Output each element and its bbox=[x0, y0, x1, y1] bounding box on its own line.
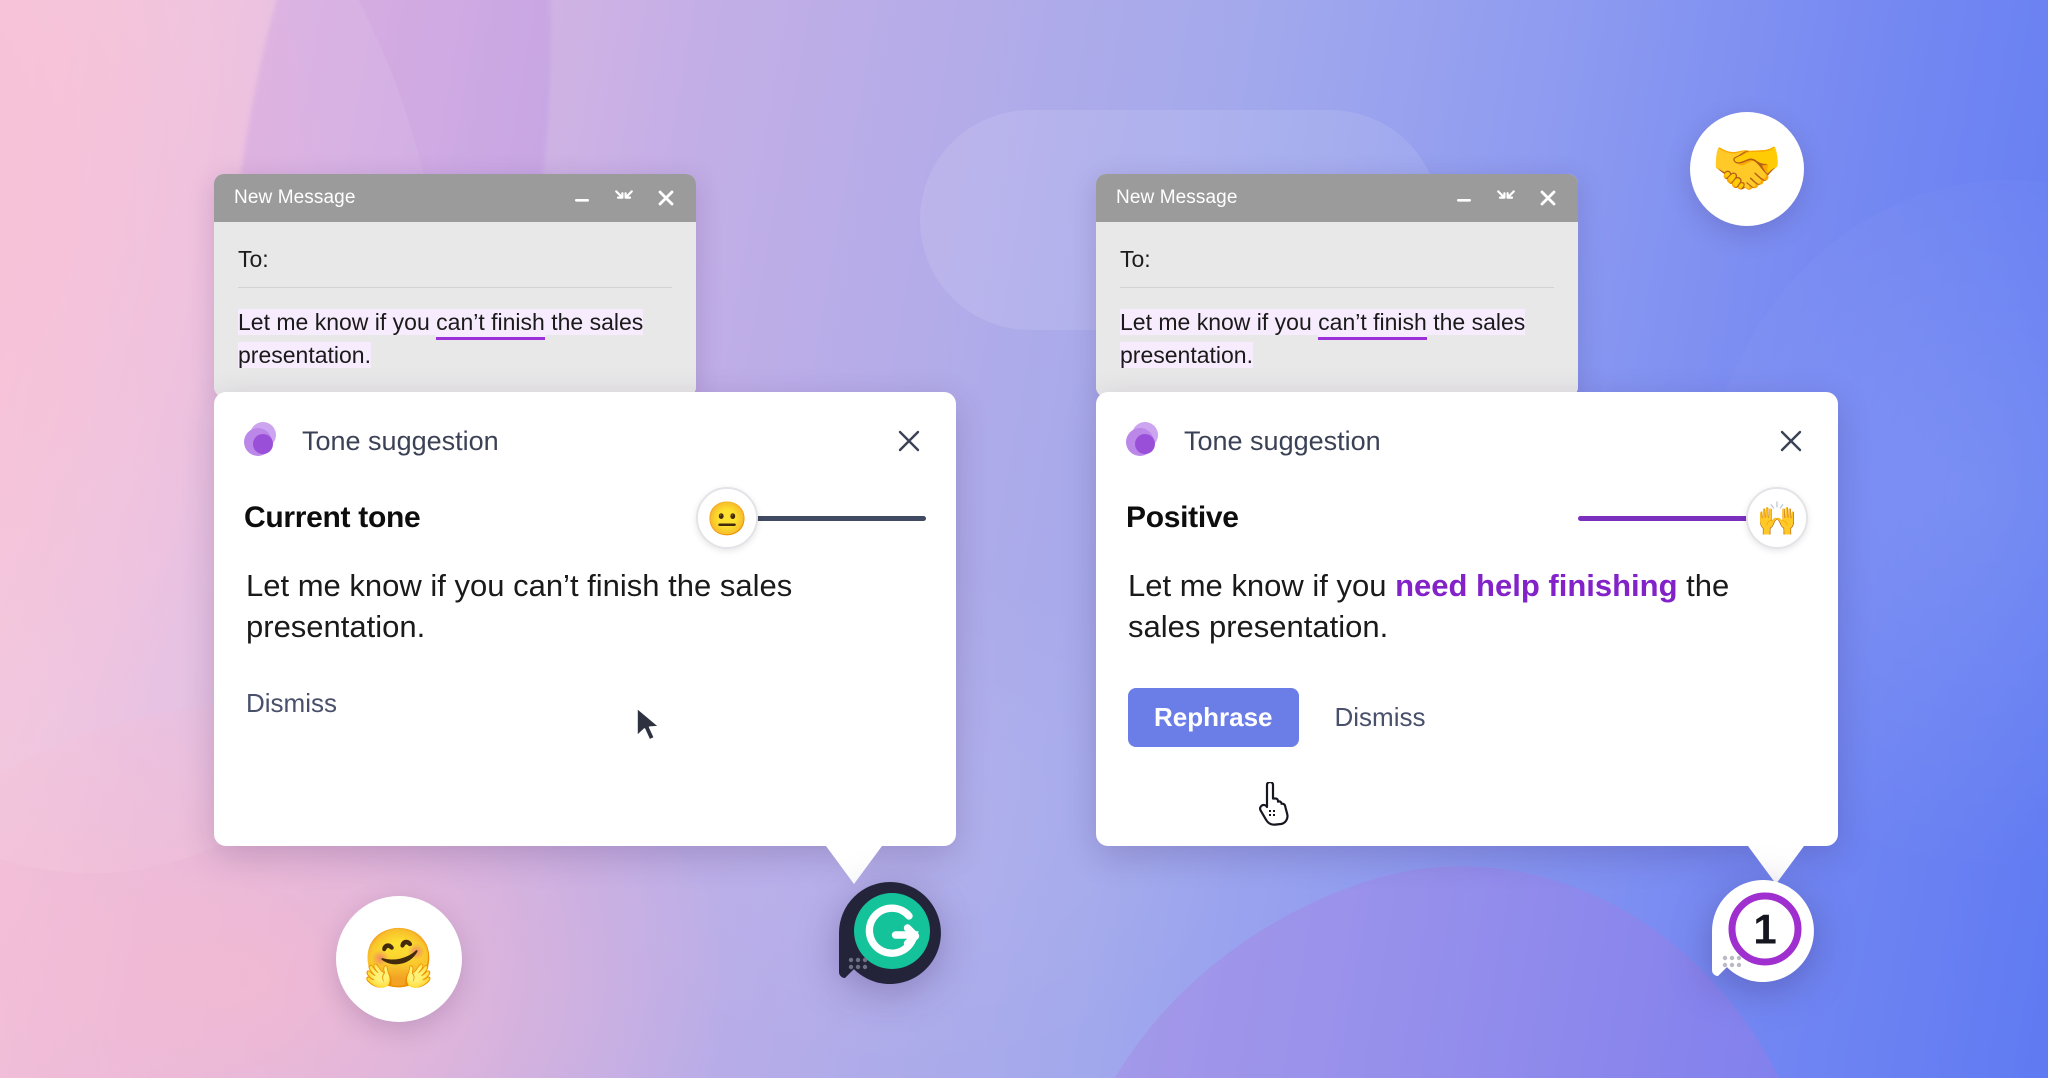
close-icon[interactable] bbox=[1774, 424, 1808, 458]
compose-title-left: New Message bbox=[234, 187, 356, 208]
tone-meter-track-left bbox=[754, 515, 926, 521]
handshake-emoji-badge: 🤝 bbox=[1690, 112, 1804, 226]
compose-message-left[interactable]: Let me know if you can’t finish the sale… bbox=[238, 306, 672, 371]
neutral-face-emoji: 😐 bbox=[696, 487, 758, 549]
card-title-right: Tone suggestion bbox=[1184, 425, 1381, 456]
close-icon[interactable] bbox=[1538, 188, 1558, 208]
rephrase-button[interactable]: Rephrase bbox=[1128, 687, 1299, 747]
tone-suggestion-card-right: Tone suggestion Positive 🙌 Let me know i… bbox=[1096, 392, 1838, 884]
compose-titlebar-left[interactable]: New Message bbox=[214, 174, 696, 222]
raising-hands-emoji: 🙌 bbox=[1746, 487, 1808, 549]
card-header-right: Tone suggestion bbox=[1096, 392, 1838, 460]
compose-body-right: To: Let me know if you can’t finish the … bbox=[1096, 222, 1578, 398]
collapse-arrows-icon[interactable] bbox=[1496, 188, 1516, 208]
suggestion-count-pin[interactable]: 1 bbox=[1710, 878, 1816, 984]
minimize-icon[interactable] bbox=[572, 188, 592, 208]
collapse-arrows-icon[interactable] bbox=[614, 188, 634, 208]
compose-title-right: New Message bbox=[1116, 187, 1238, 208]
message-text-before-left: Let me know if you bbox=[238, 309, 437, 335]
dismiss-button-left[interactable]: Dismiss bbox=[246, 688, 337, 719]
card-suggestion-text-right: Let me know if you need help finishing t… bbox=[1096, 552, 1838, 648]
suggestion-count-value: 1 bbox=[1753, 906, 1776, 953]
card-text-part1-right: Let me know if you bbox=[1128, 568, 1396, 603]
grammarly-logo-pin[interactable] bbox=[837, 880, 943, 986]
card-title-left: Tone suggestion bbox=[302, 425, 499, 456]
compose-body-left: To: Let me know if you can’t finish the … bbox=[214, 222, 696, 398]
tone-meter-track-right bbox=[1578, 515, 1750, 521]
card-tail-left bbox=[826, 846, 882, 884]
tone-dots-icon bbox=[244, 422, 282, 460]
close-icon[interactable] bbox=[656, 188, 676, 208]
compose-titlebar-right[interactable]: New Message bbox=[1096, 174, 1578, 222]
tone-suggestion-card-left: Tone suggestion Current tone 😐 Let me kn… bbox=[214, 392, 956, 884]
tone-meter-row-right: Positive 🙌 bbox=[1096, 460, 1838, 552]
compose-window-right: New Message To: Let me know if you can’t… bbox=[1096, 174, 1578, 398]
card-suggestion-text-left: Let me know if you can’t finish the sale… bbox=[214, 552, 956, 648]
minimize-icon[interactable] bbox=[1454, 188, 1474, 208]
hugging-face-emoji: 🤗 bbox=[362, 926, 436, 991]
card-actions-left: Dismiss bbox=[214, 648, 956, 753]
compose-message-right[interactable]: Let me know if you can’t finish the sale… bbox=[1120, 306, 1554, 371]
card-header-left: Tone suggestion bbox=[214, 392, 956, 460]
to-label-left: To: bbox=[238, 246, 269, 272]
card-text-accent-right: need help finishing bbox=[1395, 568, 1678, 603]
dismiss-button-right[interactable]: Dismiss bbox=[1335, 702, 1426, 733]
to-label-right: To: bbox=[1120, 246, 1151, 272]
card-text-part1-left: Let me know if you can’t finish the sale… bbox=[246, 568, 793, 644]
tone-meter-right[interactable]: 🙌 bbox=[1578, 487, 1808, 549]
tone-dots-icon bbox=[1126, 422, 1164, 460]
compose-window-left: New Message To: Let me know if you can’t… bbox=[214, 174, 696, 398]
message-flagged-right[interactable]: can’t finish bbox=[1318, 309, 1427, 340]
tone-meter-row-left: Current tone 😐 bbox=[214, 460, 956, 552]
message-flagged-left[interactable]: can’t finish bbox=[436, 309, 545, 340]
hugging-face-emoji-badge: 🤗 bbox=[336, 896, 462, 1022]
screenshot-stage: New Message To: Let me know if you can’t… bbox=[0, 0, 2048, 1078]
tone-label-left: Current tone bbox=[244, 501, 421, 534]
to-field-left[interactable]: To: bbox=[238, 240, 672, 288]
card-actions-right: Rephrase Dismiss bbox=[1096, 648, 1838, 781]
tone-meter-left[interactable]: 😐 bbox=[696, 487, 926, 549]
tone-label-right: Positive bbox=[1126, 501, 1239, 534]
to-field-right[interactable]: To: bbox=[1120, 240, 1554, 288]
message-text-before-right: Let me know if you bbox=[1120, 309, 1319, 335]
handshake-emoji: 🤝 bbox=[1710, 136, 1784, 201]
close-icon[interactable] bbox=[892, 424, 926, 458]
